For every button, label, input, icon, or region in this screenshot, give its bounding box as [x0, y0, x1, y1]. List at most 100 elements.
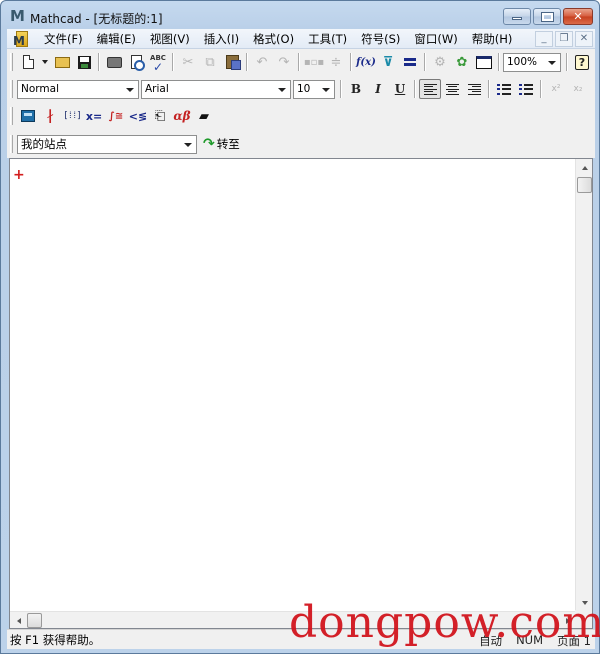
- numbered-list-icon: [519, 83, 533, 95]
- unit-cup-icon: ⊽: [382, 54, 394, 70]
- separator: [340, 80, 342, 98]
- doc-minimize-button[interactable]: _: [535, 30, 553, 47]
- mathcad-logo-icon: M: [10, 7, 25, 25]
- maximize-icon: [540, 11, 554, 22]
- site-select[interactable]: 我的站点: [17, 134, 197, 154]
- goto-button[interactable]: ↷ 转至: [199, 134, 244, 154]
- subscript-button[interactable]: x₂: [567, 79, 589, 99]
- formatting-toolbar: Normal Arial 10 B I U x² x₂: [7, 77, 589, 101]
- insert-unit-button[interactable]: ⊽: [377, 52, 399, 72]
- evaluation-toolbar-button[interactable]: x=: [83, 106, 105, 126]
- component-icon: ⚙: [434, 54, 446, 70]
- copy-button[interactable]: ⧉: [199, 52, 221, 72]
- align-left-button[interactable]: [419, 79, 441, 99]
- superscript-button[interactable]: x²: [545, 79, 567, 99]
- toolbar-grip[interactable]: [10, 135, 13, 153]
- maximize-button[interactable]: [533, 8, 561, 25]
- new-button[interactable]: [17, 52, 39, 72]
- numbering-button[interactable]: [515, 79, 537, 99]
- menu-insert[interactable]: 插入(I): [197, 30, 246, 48]
- window-icon: [476, 55, 492, 69]
- vertical-scrollbar[interactable]: [575, 159, 592, 611]
- greek-icon: αβ: [173, 109, 191, 123]
- menu-window[interactable]: 窗口(W): [407, 30, 464, 48]
- help-button[interactable]: ?: [571, 52, 593, 72]
- undo-button[interactable]: ↶: [251, 52, 273, 72]
- printer-icon: [106, 56, 122, 68]
- folder-open-icon: [54, 56, 70, 68]
- vertical-scroll-thumb[interactable]: [577, 177, 592, 193]
- menu-file[interactable]: 文件(F): [37, 30, 90, 48]
- boolean-toolbar-button[interactable]: <≶: [127, 106, 149, 126]
- resource-window-button[interactable]: [473, 52, 495, 72]
- italic-icon: I: [375, 82, 381, 96]
- cut-button[interactable]: ✂: [177, 52, 199, 72]
- horizontal-scrollbar[interactable]: [10, 611, 576, 628]
- menu-symbolics[interactable]: 符号(S): [354, 30, 407, 48]
- style-select[interactable]: Normal: [17, 79, 139, 99]
- evaluation-icon: x=: [85, 109, 103, 123]
- doc-restore-button[interactable]: ❐: [555, 30, 573, 47]
- menu-tools[interactable]: 工具(T): [301, 30, 354, 48]
- status-message: 按 F1 获得帮助。: [10, 632, 101, 647]
- close-button[interactable]: ✕: [563, 8, 593, 25]
- scroll-up-button[interactable]: [576, 159, 593, 176]
- zoom-select[interactable]: 100%: [503, 52, 561, 72]
- font-size-select[interactable]: 10: [293, 79, 335, 99]
- print-preview-button[interactable]: [125, 52, 147, 72]
- bold-button[interactable]: B: [345, 79, 367, 99]
- menu-view[interactable]: 视图(V): [143, 30, 197, 48]
- underline-button[interactable]: U: [389, 79, 411, 99]
- function-icon: f(x): [356, 56, 376, 68]
- document-icon[interactable]: M: [13, 30, 31, 48]
- paste-button[interactable]: [221, 52, 243, 72]
- save-button[interactable]: [73, 52, 95, 72]
- toolbar-area: ABC ✓ ✂ ⧉ ↶ ↷ ▪▫▪ ≑ f(x) ⊽ ⚙ ✿ 100% ? No…: [7, 49, 595, 158]
- separator: [350, 53, 352, 71]
- title-bar[interactable]: M Mathcad - [无标题的:1] ✕: [1, 1, 599, 29]
- programming-icon: ⎗: [154, 108, 166, 124]
- symbolic-toolbar-button[interactable]: ▰: [193, 106, 215, 126]
- resource-center-icon: ✿: [456, 54, 468, 70]
- menu-help[interactable]: 帮助(H): [465, 30, 520, 48]
- align-down-button[interactable]: ≑: [325, 52, 347, 72]
- horizontal-scroll-thumb[interactable]: [27, 613, 42, 628]
- resource-center-button[interactable]: ✿: [451, 52, 473, 72]
- calculus-toolbar-button[interactable]: ∫≅: [105, 106, 127, 126]
- new-dropdown-button[interactable]: [39, 52, 51, 72]
- toolbar-grip[interactable]: [10, 80, 13, 98]
- calculator-toolbar-button[interactable]: [17, 106, 39, 126]
- scroll-down-button[interactable]: [576, 594, 593, 611]
- toolbar-grip[interactable]: [10, 107, 13, 125]
- align-right-button[interactable]: [463, 79, 485, 99]
- scroll-right-button[interactable]: [559, 612, 576, 629]
- align-down-icon: ≑: [330, 54, 342, 70]
- separator: [488, 80, 490, 98]
- greek-toolbar-button[interactable]: αβ: [171, 106, 193, 126]
- menu-edit[interactable]: 编辑(E): [90, 30, 143, 48]
- matrix-toolbar-button[interactable]: [⁞⁞]: [61, 106, 83, 126]
- italic-button[interactable]: I: [367, 79, 389, 99]
- components-button[interactable]: ⚙: [429, 52, 451, 72]
- worksheet-area[interactable]: +: [9, 158, 593, 629]
- menu-format[interactable]: 格式(O): [246, 30, 301, 48]
- graph-icon: ∤: [46, 108, 54, 124]
- font-select[interactable]: Arial: [141, 79, 291, 99]
- calculate-button[interactable]: [399, 52, 421, 72]
- scroll-left-button[interactable]: [10, 612, 27, 629]
- minimize-button[interactable]: [503, 8, 531, 25]
- graph-toolbar-button[interactable]: ∤: [39, 106, 61, 126]
- programming-toolbar-button[interactable]: ⎗: [149, 106, 171, 126]
- print-button[interactable]: [103, 52, 125, 72]
- align-across-button[interactable]: ▪▫▪: [303, 52, 325, 72]
- align-center-button[interactable]: [441, 79, 463, 99]
- toolbar-grip[interactable]: [10, 53, 13, 71]
- doc-close-button[interactable]: ✕: [575, 30, 593, 47]
- arrow-down-icon: [581, 600, 588, 605]
- floppy-disk-icon: [77, 55, 91, 69]
- insert-function-button[interactable]: f(x): [355, 52, 377, 72]
- open-button[interactable]: [51, 52, 73, 72]
- redo-button[interactable]: ↷: [273, 52, 295, 72]
- bullets-button[interactable]: [493, 79, 515, 99]
- spell-check-button[interactable]: ABC ✓: [147, 52, 169, 74]
